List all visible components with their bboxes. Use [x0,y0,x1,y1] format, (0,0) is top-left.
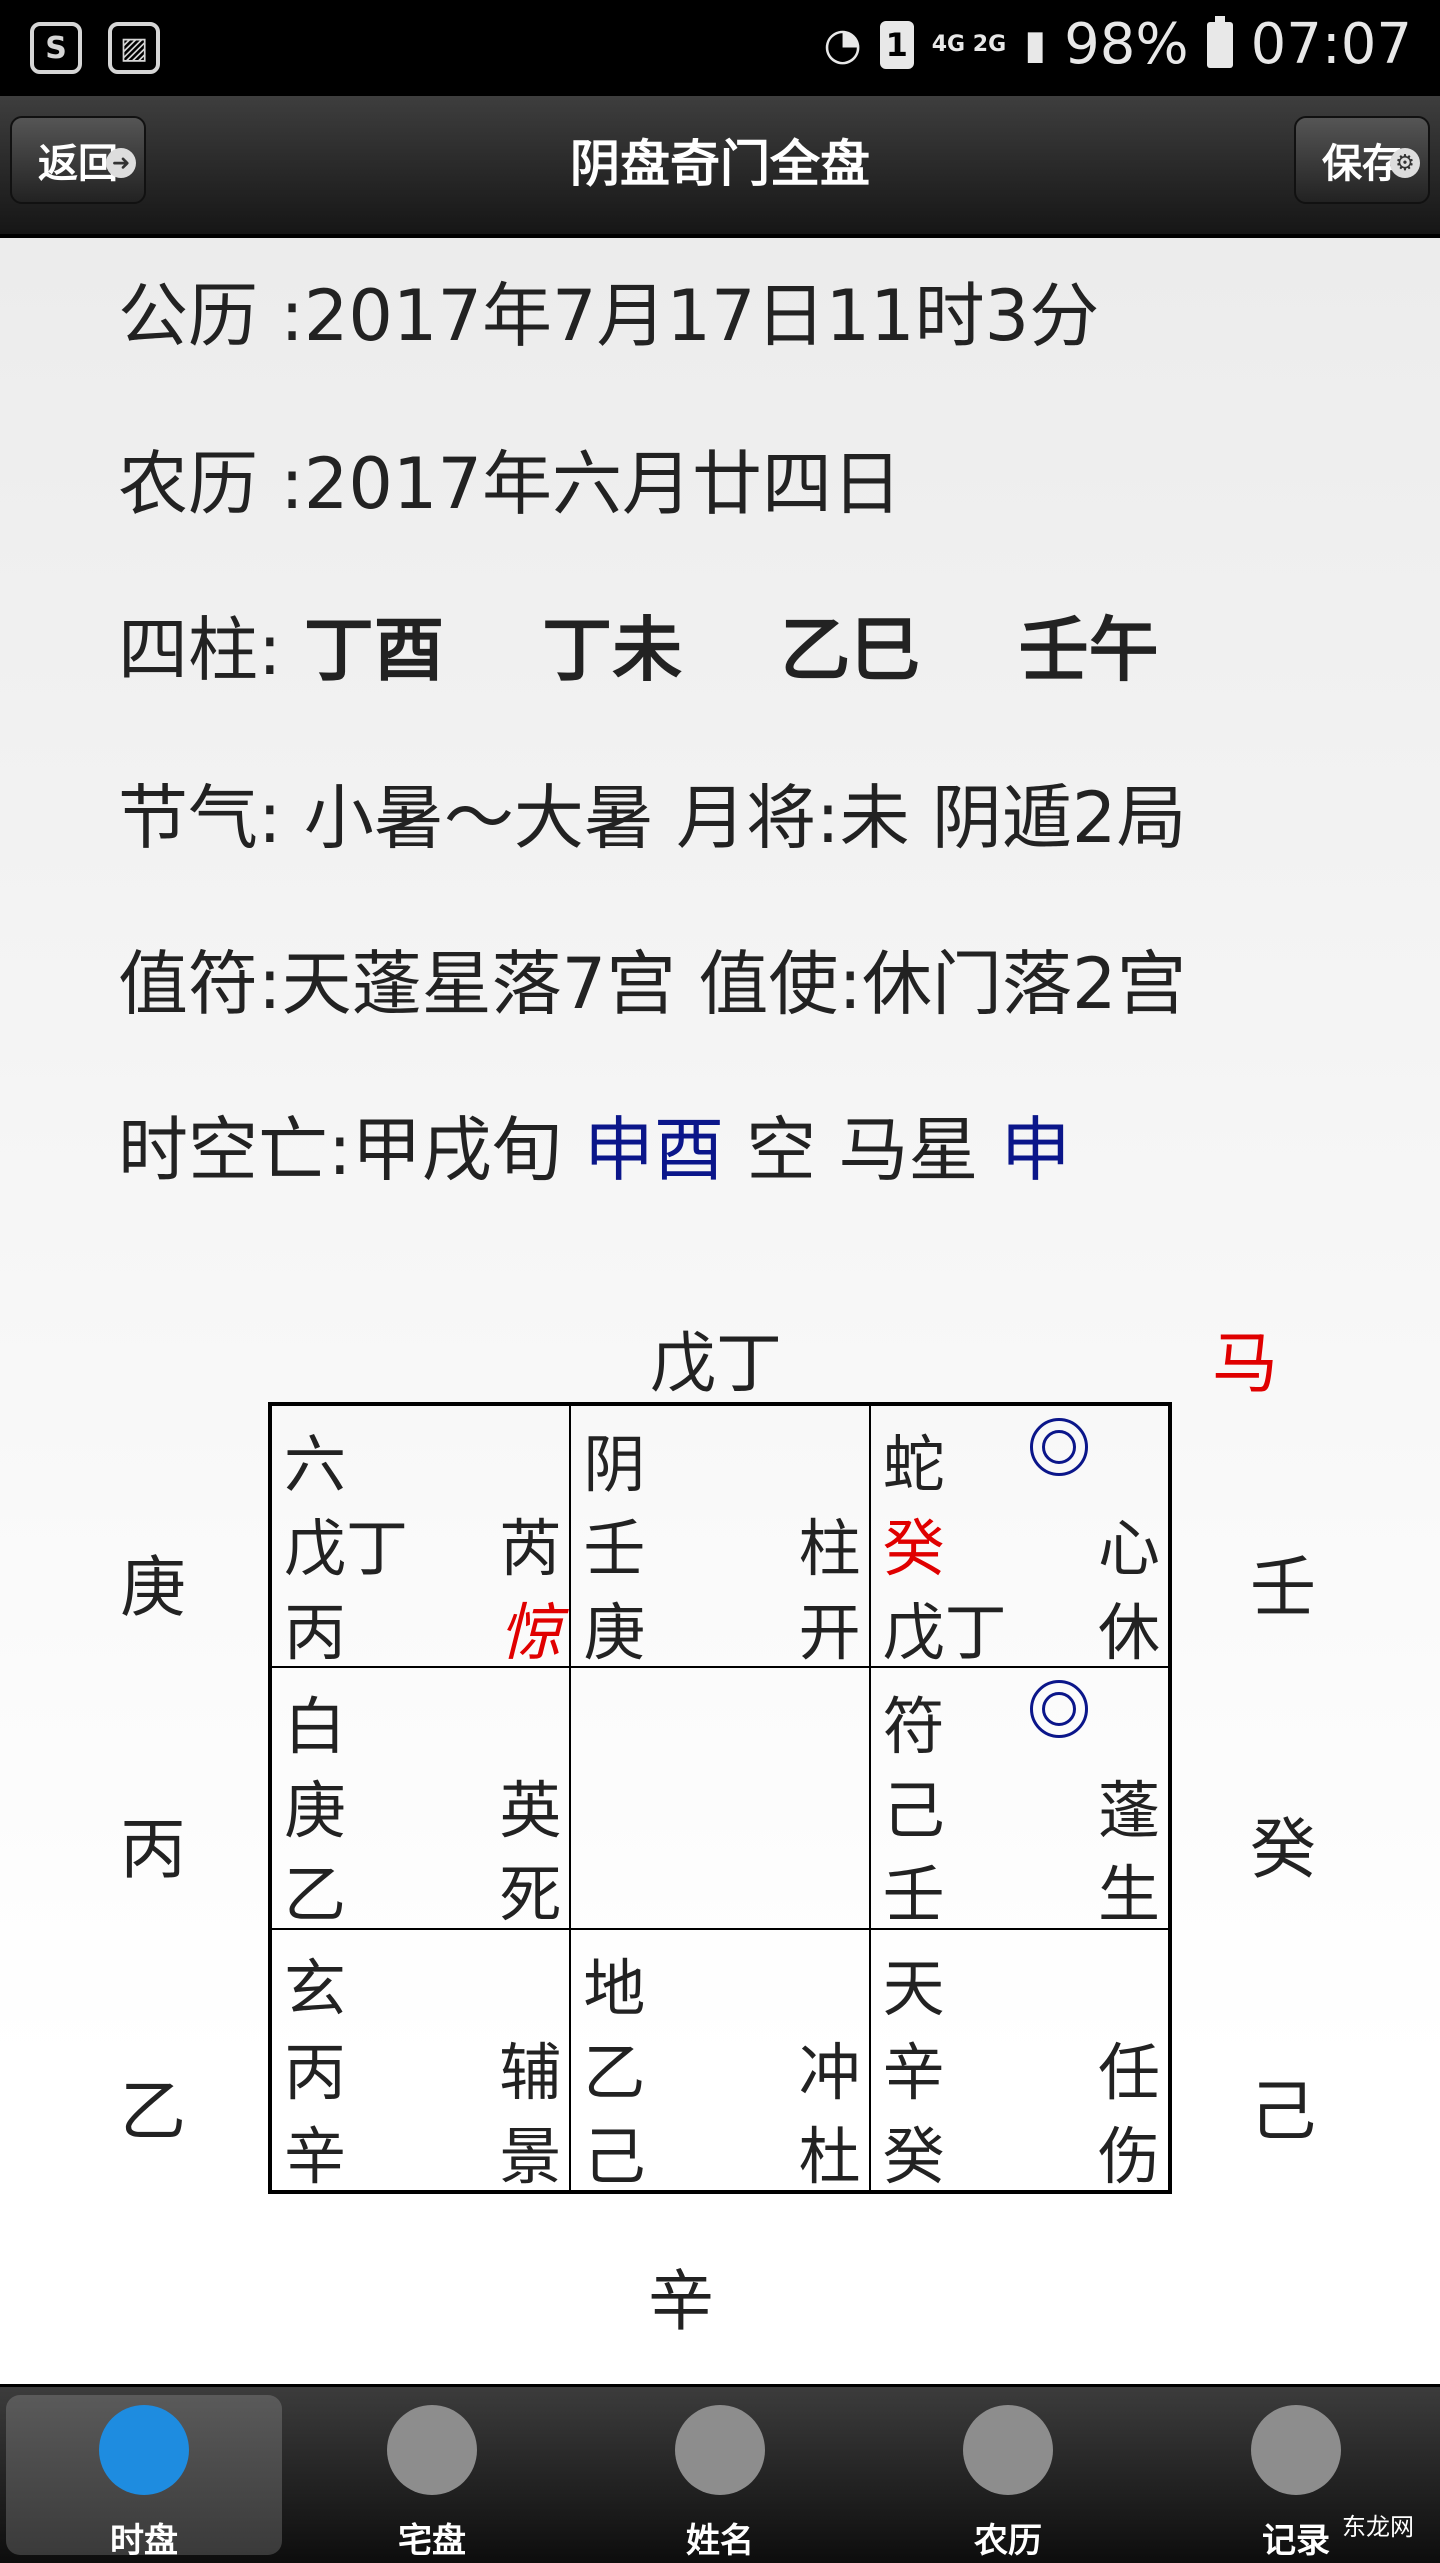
battery-icon [1206,15,1233,68]
double-circle-icon [1030,1680,1088,1738]
chat-icon [963,2405,1053,2495]
plate-right-label-top: 壬 [1250,1549,1316,1626]
gear-icon [1251,2405,1341,2495]
nav-lunar[interactable]: 农历 [870,2395,1146,2561]
house-icon [387,2405,477,2495]
save-button[interactable]: 保存 ⚙ [1294,116,1430,204]
solar-date-line: 公历 :2017年7月17日11时3分 [118,275,1100,357]
pillar-day: 乙巳 [780,609,921,691]
void-line: 时空亡:甲戌旬 申酉 空 马星 申 [118,1109,1071,1191]
sim-indicator: 1 [879,20,914,69]
watermark: 东龙网 [1342,2513,1414,2541]
app-s-icon: S [30,22,82,74]
pillar-hour: 壬午 [1018,609,1159,691]
plate-left-label-bottom: 乙 [120,2073,186,2150]
palace-cell: 白 庚英 乙死 [271,1667,571,1931]
palace-cell-center [570,1667,870,1929]
nav-time-plate[interactable]: 时盘 [6,2395,282,2561]
user-icon [99,2405,189,2495]
plate-left-label-top: 庚 [120,1549,186,1626]
image-icon: ▨ [108,22,160,74]
battery-percent: 98% [1064,12,1189,77]
status-bar: S ▨ ◔ 1 4G 2G ▮ 98% 07:07 [0,0,1440,96]
page-title: 阴盘奇门全盘 [570,135,870,193]
plate-right-label-bottom: 己 [1250,2073,1316,2150]
palace-cell: 蛇 癸心 戊丁休 [869,1405,1169,1669]
plate-right-label-middle: 癸 [1250,1811,1316,1888]
network-indicator: 4G 2G [931,31,1007,57]
palace-cell: 玄 丙辅 辛景 [271,1929,571,2193]
horse-marker: 马 [1212,1325,1278,1402]
plate-top-label: 戊丁 [650,1325,782,1402]
double-circle-icon [1030,1418,1088,1476]
duty-line: 值符:天蓬星落7宫 值使:休门落2宫 [118,943,1187,1025]
signal-icon: ▮ [1024,21,1047,68]
pillar-year: 丁酉 [303,609,444,691]
list-icon [675,2405,765,2495]
void-branches: 申酉 [583,1109,724,1191]
bottom-navigation: 时盘 宅盘 姓名 农历 记录 东龙网 [0,2384,1440,2563]
wifi-icon: ◔ [823,19,862,70]
gear-icon: ⚙ [1390,148,1420,178]
horse-branch: 申 [1000,1109,1071,1191]
lunar-date-line: 农历 :2017年六月廿四日 [118,443,902,525]
pillar-month: 丁未 [542,609,683,691]
palace-cell: 天 辛任 癸伤 [869,1929,1169,2193]
nav-house-plate[interactable]: 宅盘 [294,2395,570,2561]
palace-cell: 阴 壬柱 庚开 [570,1405,870,1669]
palace-cell: 地 乙冲 己杜 [570,1929,870,2193]
plate-left-label-middle: 丙 [120,1811,186,1888]
title-bar: 返回 ➜ 阴盘奇门全盘 保存 ⚙ [0,96,1440,238]
palace-cell: 符 己蓬 壬生 [869,1667,1169,1931]
nav-name[interactable]: 姓名 [582,2395,858,2561]
palace-cell: 六 戊丁芮 丙惊 [271,1405,571,1669]
clock: 07:07 [1250,12,1412,77]
four-pillars-line: 四柱: 丁酉 丁未 乙巳 壬午 [118,609,1159,691]
solar-term-line: 节气: 小暑～大暑 月将:未 阴遁2局 [118,777,1187,859]
plate-bottom-label: 辛 [648,2263,714,2340]
qimen-plate-grid: 六 戊丁芮 丙惊 阴 壬柱 庚开 蛇 癸心 戊丁休 白 庚英 乙死 符 己蓬 壬… [268,1402,1172,2194]
